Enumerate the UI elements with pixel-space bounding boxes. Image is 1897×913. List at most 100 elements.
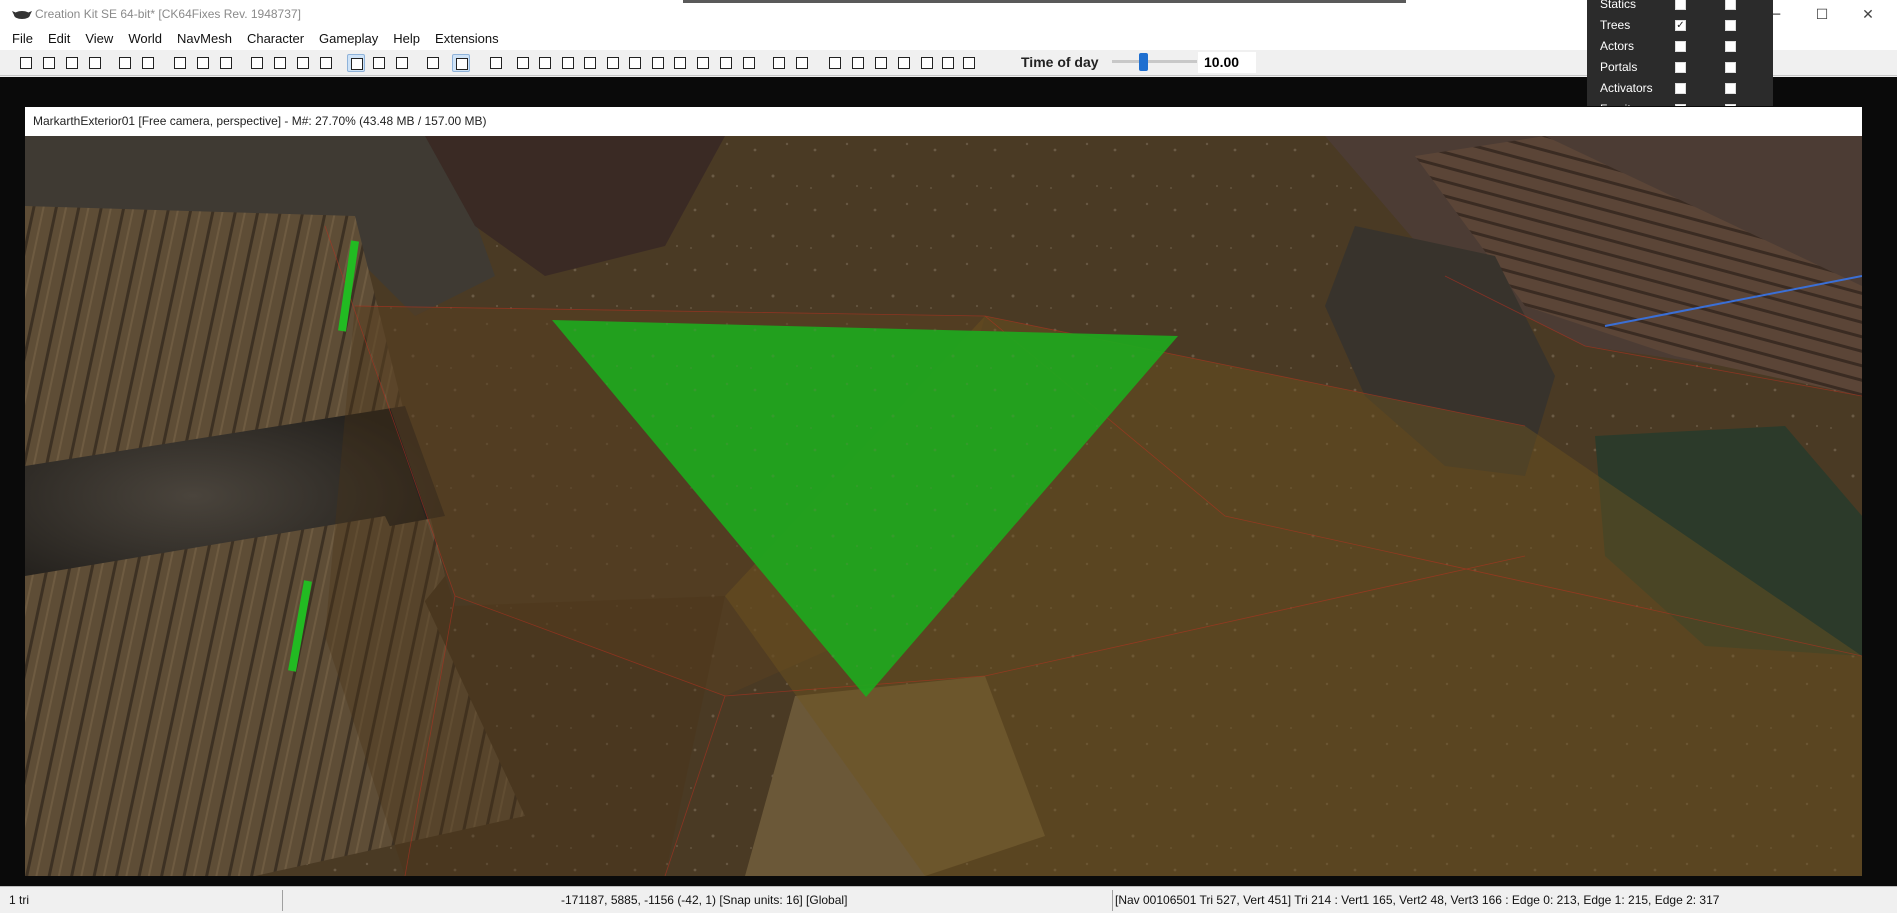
navmesh-7-button[interactable] [649,54,667,72]
world-map-icon [274,57,286,69]
navmesh-17-icon [898,57,910,69]
render-viewport[interactable] [25,136,1862,876]
navmesh-20-icon [963,57,975,69]
navmesh-3-icon [562,57,574,69]
status-selection: 1 tri [9,893,30,907]
navmesh-6-button[interactable] [626,54,644,72]
freeze-checkbox[interactable] [1725,20,1736,31]
menu-gameplay[interactable]: Gameplay [312,30,386,50]
render-light-button[interactable] [194,54,212,72]
render-row-label: Activators [1600,81,1653,95]
rotate-button[interactable] [393,54,411,72]
render-button[interactable] [171,54,189,72]
navmesh-8-icon [674,57,686,69]
preferences-button[interactable] [86,54,104,72]
render-window-header: MarkarthExterior01 [Free camera, perspec… [25,107,1862,136]
landscape-button[interactable] [248,54,266,72]
navmesh-10-button[interactable] [717,54,735,72]
menu-extensions[interactable]: Extensions [428,30,507,50]
navmesh-15-button[interactable] [849,54,867,72]
visible-checkbox[interactable] [1675,83,1686,94]
render-icon [174,57,186,69]
navmesh-12-icon [773,57,785,69]
render-light-icon [197,57,209,69]
navmesh-1-button[interactable] [514,54,532,72]
navmesh-18-button[interactable] [918,54,936,72]
menu-file[interactable]: File [5,30,41,50]
menu-edit[interactable]: Edit [41,30,78,50]
landscape-icon [251,57,263,69]
navmesh-3-button[interactable] [559,54,577,72]
time-of-day-slider-thumb[interactable] [1139,53,1149,71]
maximize-button[interactable]: ☐ [1799,0,1845,30]
navmesh-12-button[interactable] [770,54,788,72]
navmesh-5-button[interactable] [604,54,622,72]
visible-checkbox[interactable] [1675,0,1686,10]
freeze-checkbox[interactable] [1725,104,1736,106]
undo-button[interactable] [116,54,134,72]
navmesh-13-button[interactable] [793,54,811,72]
render-row-trees: Trees ✓ [1587,15,1773,36]
navmesh-19-button[interactable] [939,54,957,72]
freeze-checkbox[interactable] [1725,41,1736,52]
new-button[interactable] [17,54,35,72]
navmesh-18-icon [921,57,933,69]
time-of-day-slider[interactable] [1112,60,1197,63]
render-sky-button[interactable] [217,54,235,72]
save-button[interactable] [63,54,81,72]
snap-grid-button[interactable] [424,54,442,72]
marker-icon [490,57,502,69]
freeze-checkbox[interactable] [1725,0,1736,10]
select-button[interactable] [347,54,365,72]
navmesh-4-button[interactable] [581,54,599,72]
navmesh-17-button[interactable] [895,54,913,72]
menu-view[interactable]: View [78,30,121,50]
navmesh-11-button[interactable] [740,54,758,72]
close-icon: ✕ [1862,7,1874,23]
marker-button[interactable] [487,54,505,72]
cell-view-button[interactable] [294,54,312,72]
navmesh-4-icon [584,57,596,69]
render-sky-icon [220,57,232,69]
undo-icon [119,57,131,69]
time-of-day-value[interactable]: 10.00 [1198,52,1256,73]
navmesh-15-icon [852,57,864,69]
navmesh-5-icon [607,57,619,69]
menu-world[interactable]: World [121,30,170,50]
menu-help[interactable]: Help [386,30,428,50]
navmesh-9-button[interactable] [694,54,712,72]
rotate-icon [396,57,408,69]
open-icon [43,57,55,69]
scene-render[interactable] [25,136,1862,876]
navmesh-2-button[interactable] [536,54,554,72]
freeze-checkbox[interactable] [1725,83,1736,94]
navmesh-16-button[interactable] [872,54,890,72]
menu-navmesh[interactable]: NavMesh [170,30,240,50]
visible-checkbox[interactable] [1675,104,1686,106]
new-icon [20,57,32,69]
render-window-panel: Statics Trees ✓ Actors Portals Activators Furn… [1587,0,1773,106]
object-palette-button[interactable] [317,54,335,72]
visible-checkbox[interactable] [1675,62,1686,73]
visible-checkbox[interactable] [1675,41,1686,52]
render-row-statics: Statics [1587,0,1773,15]
world-map-button[interactable] [271,54,289,72]
snap-angle-button[interactable] [452,54,470,72]
object-palette-icon [320,57,332,69]
close-button[interactable]: ✕ [1845,0,1891,30]
navmesh-20-button[interactable] [960,54,978,72]
move-button[interactable] [370,54,388,72]
visible-checkbox[interactable]: ✓ [1675,20,1686,31]
menu-character[interactable]: Character [240,30,312,50]
open-button[interactable] [40,54,58,72]
freeze-checkbox[interactable] [1725,62,1736,73]
redo-icon [142,57,154,69]
render-row-portals: Portals [1587,57,1773,78]
cell-view-icon [297,57,309,69]
navmesh-14-button[interactable] [826,54,844,72]
render-row-label: Trees [1600,18,1631,32]
move-icon [373,57,385,69]
status-separator [282,890,283,911]
navmesh-8-button[interactable] [671,54,689,72]
redo-button[interactable] [139,54,157,72]
